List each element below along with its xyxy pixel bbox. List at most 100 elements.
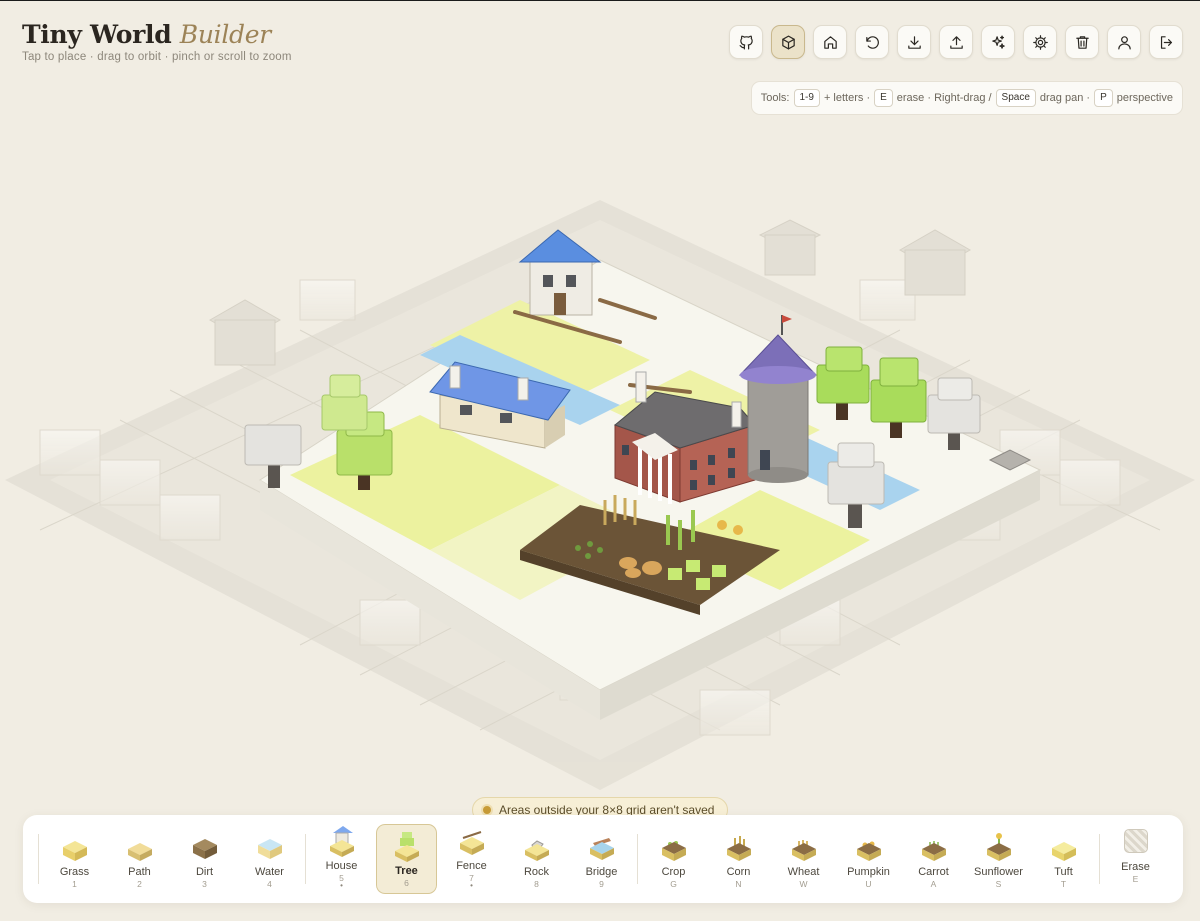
hint-key-numbers: 1-9: [793, 89, 820, 107]
tool-fence[interactable]: Fence 7 •: [441, 824, 502, 894]
tool-bridge[interactable]: Bridge 9: [571, 824, 632, 894]
tool-shortcut: A: [930, 879, 937, 889]
tool-shortcut: 4: [267, 879, 272, 889]
dirt-block-icon: [190, 830, 220, 864]
tool-grass[interactable]: Grass 1: [44, 824, 105, 894]
tool-tree[interactable]: Tree 6: [376, 824, 437, 894]
palette-divider: [637, 834, 638, 884]
hint-text-pan: drag pan ·: [1039, 92, 1091, 104]
tool-pumpkin[interactable]: Pumpkin U: [838, 824, 899, 894]
home-button[interactable]: [813, 25, 847, 59]
top-toolbar: [729, 25, 1183, 59]
clear-button[interactable]: [1065, 25, 1099, 59]
block-palette: Grass 1 Path 2 Dirt 3 Water 4 House 5 • …: [23, 815, 1183, 903]
tool-tuft[interactable]: Tuft T: [1033, 824, 1094, 894]
info-dot-icon: [483, 806, 491, 814]
app-subtitle: Tap to place · drag to orbit · pinch or …: [22, 51, 292, 63]
tool-label: Sunflower: [974, 866, 1023, 878]
hint-text-letters: + letters ·: [823, 92, 871, 104]
tool-shortcut: G: [670, 879, 677, 889]
github-button[interactable]: [729, 25, 763, 59]
logout-icon: [1160, 35, 1172, 49]
tool-label: Carrot: [918, 866, 949, 878]
tool-label: Water: [255, 866, 284, 878]
tool-shortcut: T: [1060, 879, 1067, 889]
tool-label: Tuft: [1054, 866, 1073, 878]
logout-button[interactable]: [1149, 25, 1183, 59]
tool-label: Path: [128, 866, 151, 878]
tool-sunflower[interactable]: Sunflower S: [968, 824, 1029, 894]
carrot-block-icon: [919, 830, 949, 864]
tool-label: House: [325, 860, 358, 872]
tool-water[interactable]: Water 4: [239, 824, 300, 894]
tool-erase[interactable]: Erase E: [1105, 824, 1166, 894]
tool-label: Erase: [1121, 861, 1150, 873]
tool-variant-dot: •: [340, 881, 343, 890]
tool-shortcut: 3: [202, 879, 207, 889]
tool-label: Dirt: [195, 866, 214, 878]
sparkles-icon: [991, 35, 1005, 49]
hint-text-erase: erase · Right-drag /: [896, 92, 992, 104]
tool-label: Wheat: [787, 866, 820, 878]
undo-button[interactable]: [855, 25, 889, 59]
account-button[interactable]: [1107, 25, 1141, 59]
hint-text-perspective: perspective: [1116, 92, 1173, 104]
palette-divider: [1099, 834, 1100, 884]
undo-icon: [865, 35, 879, 49]
app-brand: Tiny World Builder Tap to place · drag t…: [22, 20, 292, 63]
settings-button[interactable]: [1023, 25, 1057, 59]
gear-icon: [1032, 34, 1048, 50]
tool-path[interactable]: Path 2: [109, 824, 170, 894]
window-top-border: [0, 0, 1200, 1]
hint-key-perspective: P: [1094, 89, 1113, 107]
path-block-icon: [125, 830, 155, 864]
palette-divider: [305, 834, 306, 884]
tool-carrot[interactable]: Carrot A: [903, 824, 964, 894]
cube-icon: [781, 35, 795, 49]
hint-key-space: Space: [995, 89, 1036, 107]
tool-label: Pumpkin: [847, 866, 890, 878]
bridge-block-icon: [587, 830, 617, 864]
tool-shortcut: 8: [534, 879, 539, 889]
upload-icon: [949, 35, 963, 49]
world-scene[interactable]: [0, 130, 1200, 810]
tool-rock[interactable]: Rock 8: [506, 824, 567, 894]
water-block-icon: [255, 830, 285, 864]
magic-button[interactable]: [981, 25, 1015, 59]
user-icon: [1117, 35, 1131, 49]
upload-button[interactable]: [939, 25, 973, 59]
wheat-block-icon: [789, 830, 819, 864]
tool-house[interactable]: House 5 •: [311, 824, 372, 894]
rock-block-icon: [522, 830, 552, 864]
tool-shortcut: U: [865, 879, 872, 889]
tool-crop[interactable]: Crop G: [643, 824, 704, 894]
world-canvas[interactable]: [0, 130, 1200, 810]
keyboard-hint: Tools: 1-9 + letters · E erase · Right-d…: [750, 81, 1183, 115]
download-button[interactable]: [897, 25, 931, 59]
tool-shortcut: S: [995, 879, 1002, 889]
tool-variant-dot: •: [470, 881, 473, 890]
download-icon: [907, 35, 921, 49]
grass-block-icon: [60, 830, 90, 864]
hint-prefix: Tools:: [760, 92, 790, 104]
tool-wheat[interactable]: Wheat W: [773, 824, 834, 894]
app-title-main: Tiny World: [22, 20, 172, 49]
tool-label: Rock: [523, 866, 550, 878]
sunflower-block-icon: [984, 830, 1014, 864]
tool-shortcut: E: [1132, 874, 1139, 884]
corn-block-icon: [724, 830, 754, 864]
house-block-icon: [327, 824, 357, 858]
tool-dirt[interactable]: Dirt 3: [174, 824, 235, 894]
crop-block-icon: [659, 830, 689, 864]
tool-label: Fence: [456, 860, 487, 872]
tool-shortcut: 2: [137, 879, 142, 889]
tool-label: Crop: [661, 866, 686, 878]
tool-shortcut: N: [735, 879, 742, 889]
tool-shortcut: 1: [72, 879, 77, 889]
tool-corn[interactable]: Corn N: [708, 824, 769, 894]
trash-icon: [1075, 35, 1089, 49]
tool-shortcut: W: [799, 879, 808, 889]
tool-label: Bridge: [585, 866, 618, 878]
eraser-icon: [1123, 829, 1148, 853]
view-3d-button[interactable]: [771, 25, 805, 59]
